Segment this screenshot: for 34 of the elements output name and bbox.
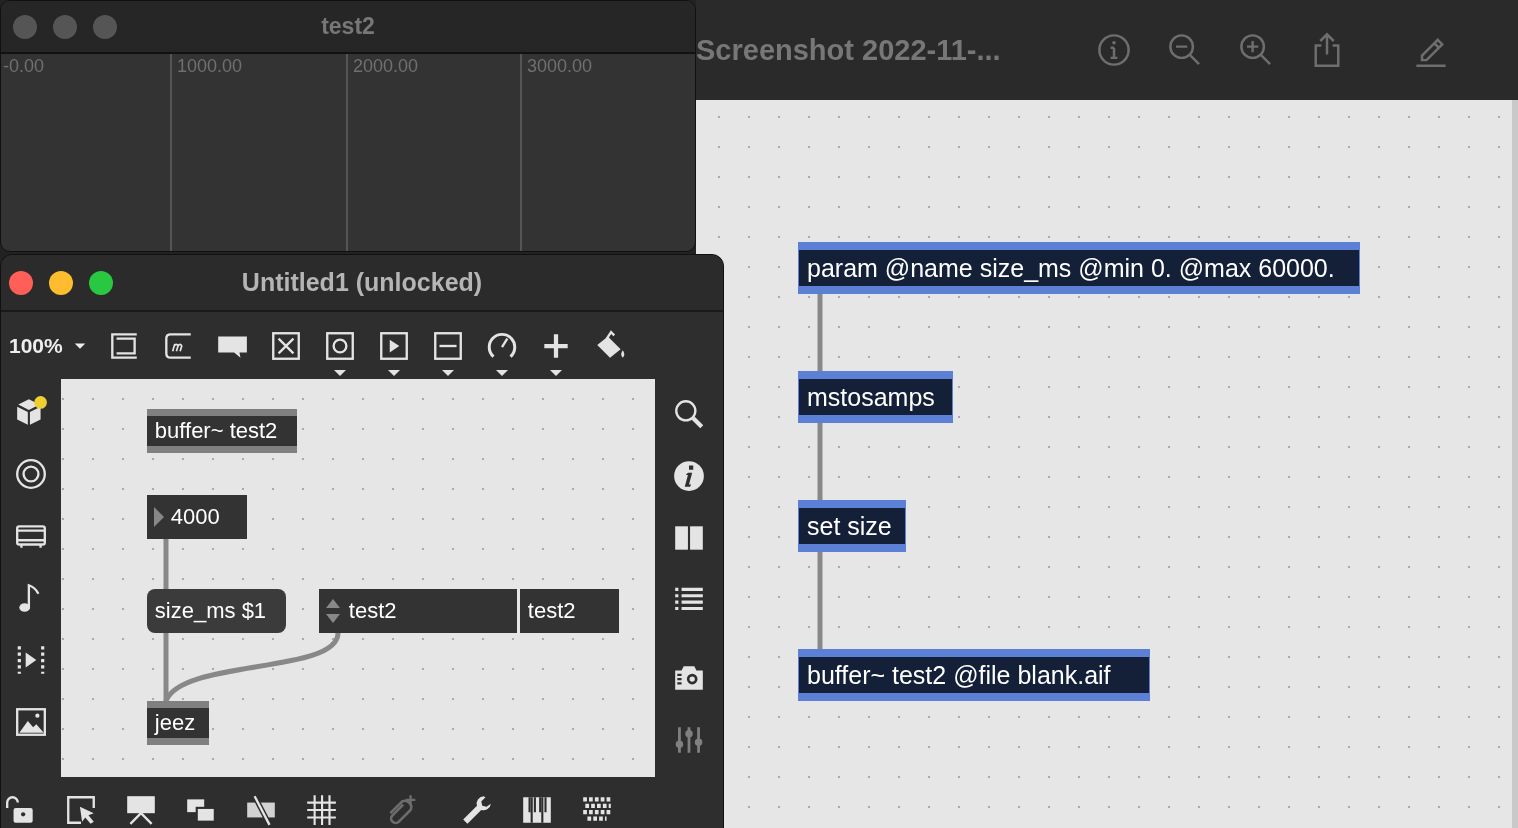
window-title: test2 xyxy=(321,13,375,40)
object-box[interactable]: set size xyxy=(799,501,905,551)
number-box[interactable]: 4000 xyxy=(146,495,247,539)
ruler-label: 2000.00 xyxy=(353,56,419,77)
triangle-icon xyxy=(152,506,165,528)
grid-icon[interactable] xyxy=(304,793,338,827)
object-box[interactable]: param @name size_ms @min 0. @max 60000. xyxy=(799,243,1359,293)
message-box[interactable]: size_ms $1 xyxy=(146,589,286,633)
zoom-out-icon[interactable] xyxy=(1167,32,1203,68)
pointer-box-icon[interactable] xyxy=(64,793,98,827)
zoom-button[interactable] xyxy=(89,270,113,295)
object-box[interactable]: buffer~ test2 xyxy=(146,409,297,453)
object-box[interactable]: mstosamps xyxy=(799,372,952,422)
wrench-icon[interactable] xyxy=(460,793,494,827)
menu-box[interactable]: test2 xyxy=(318,589,517,633)
ruler-label: 3000.00 xyxy=(527,56,593,77)
presentation-screen-icon[interactable] xyxy=(124,793,158,827)
object-box[interactable]: jeez xyxy=(146,701,209,745)
info-icon[interactable] xyxy=(672,459,707,493)
ruler-label: -0.00 xyxy=(3,56,45,77)
object-box[interactable]: buffer~ test2 @file blank.aif xyxy=(799,650,1149,700)
target-icon[interactable] xyxy=(13,457,48,491)
attribute-box[interactable]: test2 xyxy=(519,589,619,633)
patch-cord xyxy=(163,539,169,589)
up-down-arrows-icon xyxy=(324,598,341,624)
zoom-in-icon[interactable] xyxy=(1238,32,1274,68)
window-title: Untitled1 (unlocked) xyxy=(241,268,483,297)
ruler-label: 1000.00 xyxy=(177,56,243,77)
crossed-out-icon[interactable] xyxy=(244,793,278,827)
minimize-button[interactable] xyxy=(49,270,73,295)
close-button[interactable] xyxy=(9,270,33,295)
image-icon[interactable] xyxy=(13,705,48,739)
window-title: Screenshot 2022-11-... xyxy=(696,33,1002,67)
zoom-dropdown[interactable]: 100% xyxy=(9,333,87,358)
